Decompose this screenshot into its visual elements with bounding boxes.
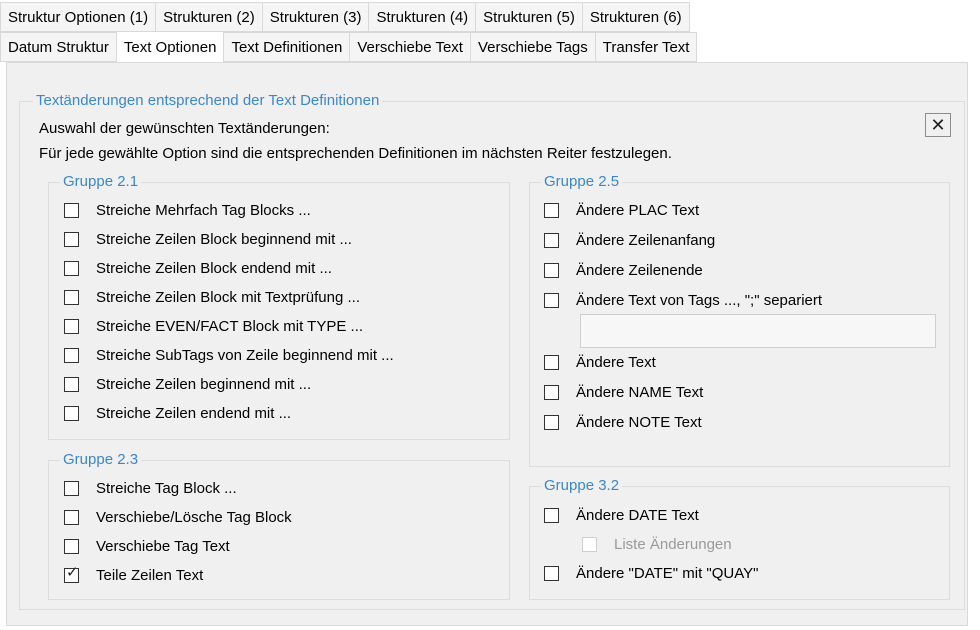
main-group-title: Textänderungen entsprechend der Text Def… — [33, 92, 383, 109]
aendere-date-mit-quay-checkbox[interactable] — [544, 566, 559, 581]
aendere-zeilenanfang-checkbox[interactable] — [544, 233, 559, 248]
streiche-subtags-checkbox[interactable] — [64, 348, 79, 363]
verschiebe-loesche-tag-block-checkbox[interactable] — [64, 510, 79, 525]
option-verschiebe-loesche-tag-block[interactable]: Verschiebe/Lösche Tag Block — [64, 509, 292, 526]
option-aendere-plac-text[interactable]: Ändere PLAC Text — [544, 202, 699, 219]
streiche-zeilen-endend-checkbox[interactable] — [64, 406, 79, 421]
tab-row-1: Struktur Optionen (1) Strukturen (2) Str… — [0, 2, 690, 32]
checkmark-icon: ✓ — [66, 564, 79, 581]
tab-row-2: Datum Struktur Text Optionen Text Defini… — [0, 31, 698, 62]
teile-zeilen-text-label: Teile Zeilen Text — [96, 567, 204, 584]
streiche-zeilen-block-textpruefung-checkbox[interactable] — [64, 290, 79, 305]
aendere-zeilenende-label: Ändere Zeilenende — [576, 262, 703, 279]
option-streiche-even-fact-block[interactable]: Streiche EVEN/FACT Block mit TYPE ... — [64, 318, 363, 335]
streiche-tag-block-label: Streiche Tag Block ... — [96, 480, 237, 497]
option-aendere-zeilenanfang[interactable]: Ändere Zeilenanfang — [544, 232, 715, 249]
aendere-note-text-label: Ändere NOTE Text — [576, 414, 702, 431]
tab-struktur-optionen-1[interactable]: Struktur Optionen (1) — [0, 2, 157, 32]
aendere-plac-text-label: Ändere PLAC Text — [576, 202, 700, 219]
tab-strukturen-3[interactable]: Strukturen (3) — [261, 2, 370, 32]
streiche-zeilen-block-endend-checkbox[interactable] — [64, 261, 79, 276]
instruction-line-1: Auswahl der gewünschten Textänderungen: — [39, 120, 330, 137]
tab-datum-struktur[interactable]: Datum Struktur — [0, 32, 117, 62]
tab-strukturen-6[interactable]: Strukturen (6) — [581, 2, 690, 32]
option-aendere-text-von-tags[interactable]: Ändere Text von Tags ..., ";" separiert — [544, 292, 822, 309]
close-icon: ✕ — [930, 114, 946, 135]
option-streiche-zeilen-block-textpruefung[interactable]: Streiche Zeilen Block mit Textprüfung ..… — [64, 289, 360, 306]
option-aendere-date-text[interactable]: Ändere DATE Text — [544, 507, 699, 524]
tab-verschiebe-tags[interactable]: Verschiebe Tags — [469, 32, 596, 62]
group-2-3-title: Gruppe 2.3 — [60, 451, 142, 468]
tab-verschiebe-text[interactable]: Verschiebe Text — [349, 32, 471, 62]
aendere-name-text-label: Ändere NAME Text — [576, 384, 704, 401]
streiche-zeilen-endend-label: Streiche Zeilen endend mit ... — [96, 405, 292, 422]
streiche-zeilen-beginnend-checkbox[interactable] — [64, 377, 79, 392]
aendere-plac-text-checkbox[interactable] — [544, 203, 559, 218]
tab-transfer-text[interactable]: Transfer Text — [594, 32, 698, 62]
aendere-date-text-label: Ändere DATE Text — [576, 507, 699, 524]
option-aendere-name-text[interactable]: Ändere NAME Text — [544, 384, 703, 401]
tab-text-definitionen[interactable]: Text Definitionen — [223, 32, 351, 62]
verschiebe-loesche-tag-block-label: Verschiebe/Lösche Tag Block — [96, 509, 292, 526]
option-verschiebe-tag-text[interactable]: Verschiebe Tag Text — [64, 538, 230, 555]
teile-zeilen-text-checkbox[interactable]: ✓ — [64, 564, 79, 583]
aendere-date-mit-quay-label: Ändere "DATE" mit "QUAY" — [576, 565, 759, 582]
aendere-zeilenanfang-label: Ändere Zeilenanfang — [576, 232, 716, 249]
streiche-mehrfach-tag-blocks-checkbox[interactable] — [64, 203, 79, 218]
streiche-zeilen-block-endend-label: Streiche Zeilen Block endend mit ... — [96, 260, 332, 277]
streiche-zeilen-block-textpruefung-label: Streiche Zeilen Block mit Textprüfung ..… — [96, 289, 361, 306]
verschiebe-tag-text-checkbox[interactable] — [64, 539, 79, 554]
option-aendere-date-mit-quay[interactable]: Ändere "DATE" mit "QUAY" — [544, 565, 758, 582]
tab-strukturen-5[interactable]: Strukturen (5) — [475, 2, 583, 32]
instruction-line-2: Für jede gewählte Option sind die entspr… — [39, 145, 672, 162]
aendere-text-von-tags-checkbox[interactable] — [544, 293, 559, 308]
option-streiche-zeilen-block-beginnend[interactable]: Streiche Zeilen Block beginnend mit ... — [64, 231, 352, 248]
aendere-text-checkbox[interactable] — [544, 355, 559, 370]
option-aendere-text[interactable]: Ändere Text — [544, 354, 656, 371]
streiche-subtags-label: Streiche SubTags von Zeile beginnend mit… — [96, 347, 394, 364]
close-button[interactable]: ✕ — [925, 113, 951, 137]
group-2-1-title: Gruppe 2.1 — [60, 173, 142, 190]
option-liste-aenderungen: Liste Änderungen — [582, 536, 732, 553]
tags-separator-input[interactable] — [580, 314, 936, 348]
group-3-2-title: Gruppe 3.2 — [541, 477, 623, 494]
option-streiche-tag-block[interactable]: Streiche Tag Block ... — [64, 480, 237, 497]
aendere-text-von-tags-label: Ändere Text von Tags ..., ";" separiert — [576, 292, 823, 309]
option-aendere-zeilenende[interactable]: Ändere Zeilenende — [544, 262, 703, 279]
aendere-note-text-checkbox[interactable] — [544, 415, 559, 430]
aendere-date-text-checkbox[interactable] — [544, 508, 559, 523]
streiche-zeilen-block-beginnend-checkbox[interactable] — [64, 232, 79, 247]
option-streiche-subtags[interactable]: Streiche SubTags von Zeile beginnend mit… — [64, 347, 394, 364]
option-teile-zeilen-text[interactable]: ✓ Teile Zeilen Text — [64, 564, 204, 584]
option-streiche-zeilen-beginnend[interactable]: Streiche Zeilen beginnend mit ... — [64, 376, 311, 393]
option-streiche-zeilen-endend[interactable]: Streiche Zeilen endend mit ... — [64, 405, 291, 422]
streiche-mehrfach-tag-blocks-label: Streiche Mehrfach Tag Blocks ... — [96, 202, 311, 219]
tab-strukturen-4[interactable]: Strukturen (4) — [368, 2, 477, 32]
group-2-1-box — [48, 182, 510, 440]
verschiebe-tag-text-label: Verschiebe Tag Text — [96, 538, 230, 555]
liste-aenderungen-checkbox — [582, 537, 597, 552]
streiche-zeilen-block-beginnend-label: Streiche Zeilen Block beginnend mit ... — [96, 231, 352, 248]
option-streiche-zeilen-block-endend[interactable]: Streiche Zeilen Block endend mit ... — [64, 260, 332, 277]
aendere-name-text-checkbox[interactable] — [544, 385, 559, 400]
tab-strukturen-2[interactable]: Strukturen (2) — [155, 2, 263, 32]
streiche-even-fact-block-checkbox[interactable] — [64, 319, 79, 334]
streiche-zeilen-beginnend-label: Streiche Zeilen beginnend mit ... — [96, 376, 312, 393]
streiche-tag-block-checkbox[interactable] — [64, 481, 79, 496]
liste-aenderungen-label: Liste Änderungen — [614, 536, 732, 553]
option-aendere-note-text[interactable]: Ändere NOTE Text — [544, 414, 702, 431]
aendere-zeilenende-checkbox[interactable] — [544, 263, 559, 278]
group-2-5-title: Gruppe 2.5 — [541, 173, 623, 190]
streiche-even-fact-block-label: Streiche EVEN/FACT Block mit TYPE ... — [96, 318, 364, 335]
aendere-text-label: Ändere Text — [576, 354, 656, 371]
option-streiche-mehrfach-tag-blocks[interactable]: Streiche Mehrfach Tag Blocks ... — [64, 202, 311, 219]
tab-text-optionen[interactable]: Text Optionen — [115, 31, 225, 62]
